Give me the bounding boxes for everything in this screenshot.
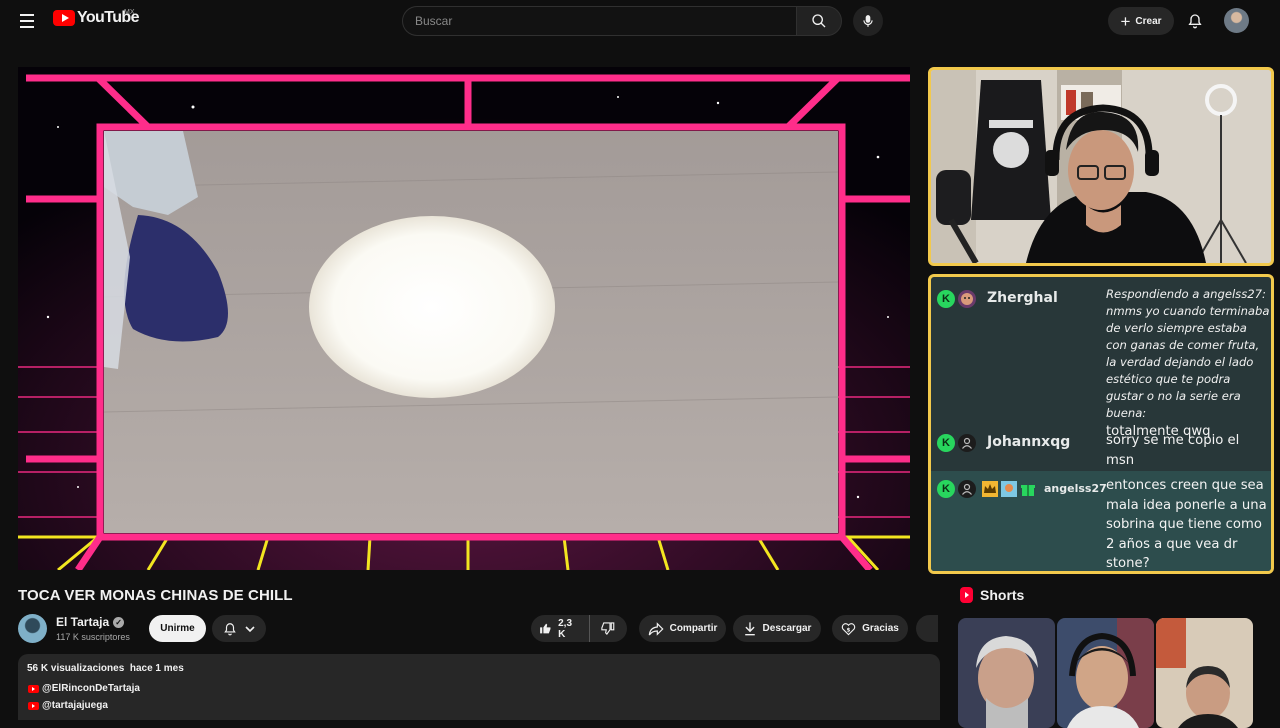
subscriber-count: 117 K suscriptores — [56, 632, 130, 642]
svg-text:$: $ — [847, 627, 851, 633]
kick-badge-icon: K — [937, 480, 955, 498]
short-thumbnail[interactable] — [1156, 618, 1253, 728]
thanks-label: Gracias — [862, 623, 899, 634]
chat-username: Zherghal — [987, 290, 1058, 306]
voice-search-button[interactable] — [853, 6, 883, 36]
short-thumbnail-image — [1057, 618, 1154, 728]
chat-message: K Zherghal Respondiendo a angelss27: nmm… — [931, 277, 1271, 439]
channel-link-text: @tartajajuega — [42, 700, 108, 711]
channel-name-row[interactable]: El Tartaja ✓ — [56, 615, 125, 629]
verified-icon: ✓ — [113, 616, 125, 628]
search-bar — [402, 6, 842, 36]
user-icon — [958, 480, 976, 498]
subscribe-bell-button[interactable] — [212, 615, 266, 642]
stream-chat-overlay: K Zherghal Respondiendo a angelss27: nmm… — [928, 274, 1274, 574]
thumbs-down-icon — [601, 622, 615, 635]
chat-message: K angelss27 entonces creen que sea mala … — [931, 471, 1271, 571]
chat-badges: K — [937, 290, 976, 308]
gift-badge-icon — [1021, 485, 1035, 496]
download-label: Descargar — [762, 623, 812, 634]
chat-badges: K — [937, 434, 976, 452]
account-avatar[interactable] — [1224, 8, 1249, 33]
more-actions-button[interactable] — [916, 615, 938, 642]
channel-link[interactable]: @tartajajuega — [28, 700, 108, 711]
chat-reply-quote: Respondiendo a angelss27: nmms yo cuando… — [1106, 287, 1270, 420]
youtube-play-icon — [53, 10, 75, 26]
chat-badges: K — [937, 480, 1036, 498]
channel-avatar[interactable] — [18, 614, 47, 643]
upload-age: hace 1 mes — [129, 663, 184, 674]
shorts-icon — [960, 587, 973, 603]
like-count: 2,3 K — [558, 617, 573, 640]
search-icon — [812, 14, 826, 28]
youtube-icon — [28, 684, 39, 693]
like-button[interactable]: 2,3 K — [531, 615, 590, 642]
share-label: Compartir — [669, 623, 718, 634]
share-button[interactable]: Compartir — [639, 615, 726, 642]
top-bar: YouTube MX + Crear — [0, 0, 1280, 42]
thumbs-up-icon — [540, 623, 551, 634]
create-label: Crear — [1135, 15, 1162, 27]
chat-message-text: sorry se me copio el msn — [1106, 433, 1240, 468]
kick-badge-icon: K — [937, 434, 955, 452]
bell-icon — [224, 622, 236, 635]
country-code: MX — [124, 9, 135, 16]
webcam-overlay — [928, 67, 1274, 266]
video-stats: 56 K visualizaciones hace 1 mes — [27, 663, 184, 674]
channel-name[interactable]: El Tartaja — [56, 615, 109, 629]
heart-dollar-icon: $ — [841, 622, 856, 635]
search-box[interactable] — [402, 6, 796, 36]
microphone-icon — [863, 15, 873, 27]
short-thumbnail[interactable] — [958, 618, 1055, 728]
channel-link[interactable]: @ElRinconDeTartaja — [28, 683, 140, 694]
search-input[interactable] — [415, 14, 796, 28]
like-dislike-group: 2,3 K — [531, 615, 627, 642]
download-button[interactable]: Descargar — [733, 615, 821, 642]
shorts-title: Shorts — [980, 587, 1025, 603]
chat-username: angelss27 — [1044, 482, 1107, 495]
kick-badge-icon: K — [937, 290, 955, 308]
youtube-icon — [28, 701, 39, 710]
join-button[interactable]: Unirme — [149, 615, 206, 642]
video-title: TOCA VER MONAS CHINAS DE CHILL — [18, 587, 293, 604]
video-frame — [18, 67, 910, 570]
view-count: 56 K visualizaciones — [27, 663, 125, 674]
video-player[interactable] — [18, 67, 910, 570]
search-button[interactable] — [796, 6, 842, 36]
dislike-button[interactable] — [590, 615, 627, 642]
shorts-header: Shorts — [960, 587, 1024, 603]
user-emote-icon — [958, 290, 976, 308]
sub-badge-icon — [1001, 481, 1017, 497]
user-icon — [958, 434, 976, 452]
chat-username: Johannxqg — [987, 434, 1071, 450]
menu-icon[interactable] — [12, 6, 42, 36]
crown-badge-icon — [982, 481, 998, 497]
short-thumbnail[interactable] — [1057, 618, 1154, 728]
download-icon — [744, 622, 755, 636]
create-button[interactable]: + Crear — [1108, 7, 1174, 35]
thanks-button[interactable]: $ Gracias — [832, 615, 908, 642]
chevron-down-icon — [245, 625, 255, 632]
channel-link-text: @ElRinconDeTartaja — [42, 683, 140, 694]
streamer-webcam — [931, 70, 1271, 263]
plus-icon: + — [1120, 11, 1131, 31]
description-box[interactable]: 56 K visualizaciones hace 1 mes @ElRinco… — [18, 654, 940, 720]
bell-icon — [1188, 14, 1202, 29]
chat-message-text: entonces creen que sea mala idea ponerle… — [1106, 478, 1267, 571]
notifications-button[interactable] — [1182, 8, 1208, 34]
chat-message-body: Respondiendo a angelss27: nmms yo cuando… — [1106, 286, 1270, 442]
short-thumbnail-image — [958, 618, 1055, 728]
share-icon — [648, 621, 664, 636]
short-thumbnail-image — [1156, 618, 1253, 728]
chat-message: K Johannxqg sorry se me copio el msn — [931, 426, 1271, 471]
